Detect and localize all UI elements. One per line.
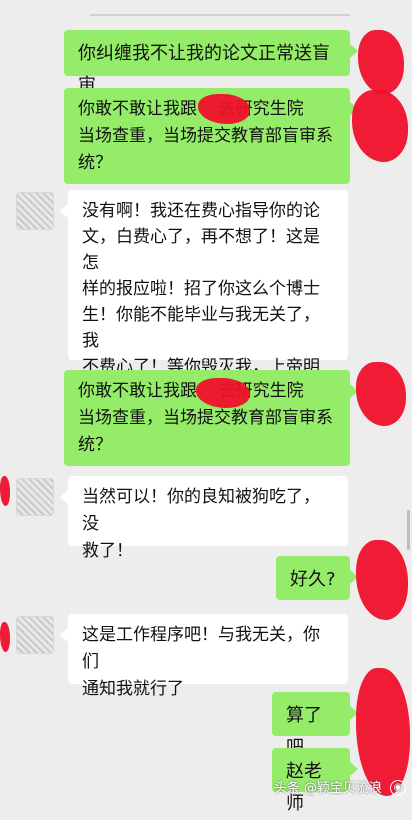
message-bubble[interactable]: 当然可以！你的良知被狗吃了，没 救了！	[60, 476, 348, 561]
message-bubble[interactable]: 算了吧	[272, 692, 358, 758]
camera-icon: ◉	[390, 780, 406, 796]
message-bubble[interactable]: 好久?	[276, 556, 358, 600]
watermark: 头条 @颖宝贝流浪 ◉	[273, 777, 406, 796]
watermark-text: 头条 @颖宝贝流浪	[273, 780, 382, 796]
redaction-mark	[356, 540, 408, 620]
contact-avatar[interactable]	[16, 478, 54, 516]
contact-avatar[interactable]	[16, 192, 54, 230]
message-bubble[interactable]: 你纠缠我不让我的论文正常送盲审	[64, 30, 358, 96]
redaction-mark	[358, 30, 404, 94]
contact-avatar[interactable]	[16, 616, 54, 654]
redaction-mark	[352, 90, 408, 162]
message-bubble[interactable]: 这是工作程序吧！与我无关，你们 通知我就行了	[60, 614, 348, 699]
scrollbar[interactable]	[407, 510, 410, 550]
divider-line	[90, 14, 350, 16]
redaction-mark	[0, 622, 10, 652]
redaction-mark	[0, 476, 10, 506]
redaction-mark	[356, 362, 406, 426]
message-bubble[interactable]: 没有啊！我还在费心指导你的论 文，白费心了，再不想了！这是怎 样的报应啦！招了你…	[60, 190, 348, 429]
